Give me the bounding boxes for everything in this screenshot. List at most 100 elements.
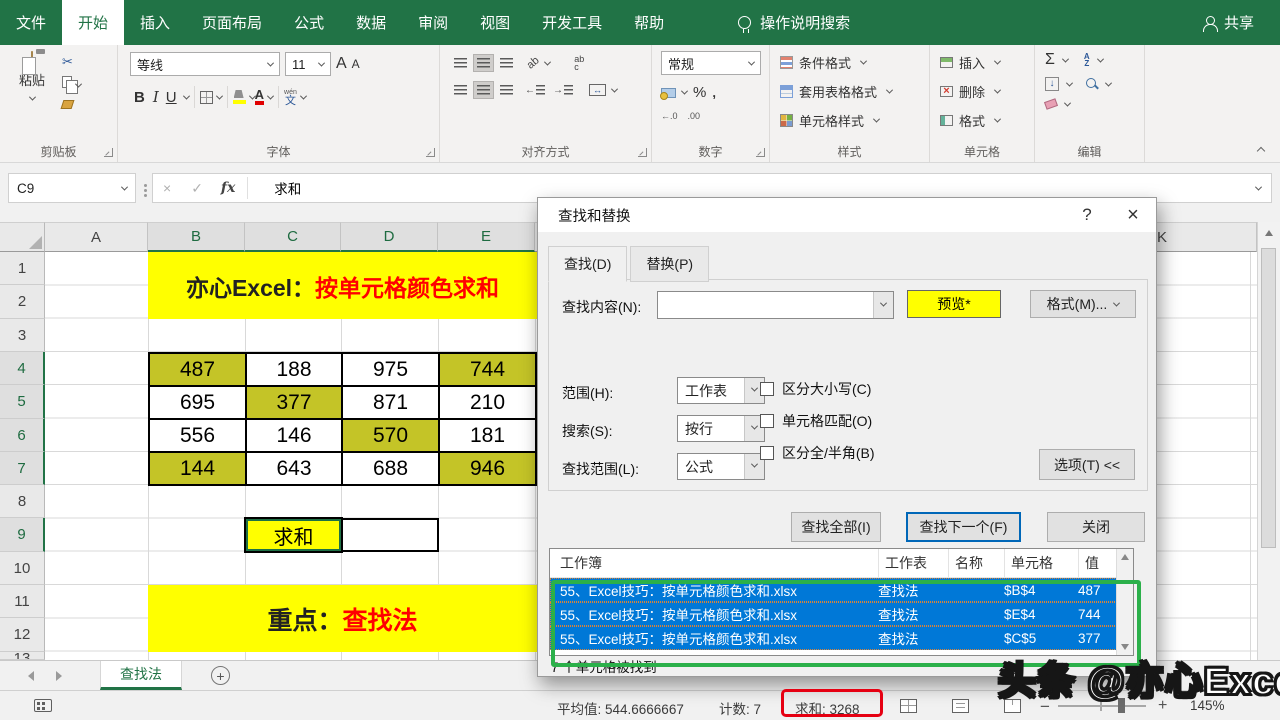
preview-swatch-button[interactable]: 预览* (907, 290, 1001, 318)
row-header-6[interactable]: 6 (0, 419, 45, 452)
dialog-titlebar[interactable]: 查找和替换 ? × (538, 198, 1156, 232)
grid-cell-b5[interactable]: 695 (150, 387, 247, 420)
sort-filter-button[interactable]: AZ (1084, 53, 1090, 68)
sheet-prev-icon[interactable] (28, 671, 34, 681)
grid-cell-c6[interactable]: 146 (247, 420, 343, 453)
comma-style-button[interactable]: , (712, 85, 716, 100)
results-header-workbook[interactable]: 工作簿 (560, 553, 878, 573)
name-box[interactable]: C9 (8, 173, 136, 203)
column-header-c[interactable]: C (245, 222, 341, 252)
active-cell-c9[interactable]: 求和 (244, 517, 343, 553)
phonetic-guide-button[interactable]: wén 文 (284, 89, 297, 107)
match-case-checkbox[interactable]: 区分大小写(C) (760, 379, 871, 399)
paste-button[interactable]: 粘贴 (8, 51, 56, 104)
format-as-table-button[interactable]: 套用表格格式 (780, 82, 929, 101)
cell-styles-button[interactable]: 单元格样式 (780, 111, 929, 130)
number-format-combo[interactable]: 常规 (661, 51, 761, 75)
grid-cell-e4[interactable]: 744 (440, 354, 537, 387)
font-dialog-launcher-icon[interactable] (426, 148, 435, 157)
options-button[interactable]: 选项(T) << (1039, 449, 1135, 480)
row-header-3[interactable]: 3 (0, 319, 45, 352)
row-header-11[interactable]: 11 (0, 585, 45, 618)
decrease-indent-button[interactable]: ← (525, 85, 535, 96)
find-select-button[interactable] (1086, 78, 1098, 90)
insert-cells-button[interactable]: 插入 (940, 53, 1034, 72)
results-header-name[interactable]: 名称 (948, 549, 1004, 577)
align-bottom-button[interactable] (496, 54, 517, 72)
column-header-b[interactable]: B (148, 222, 245, 252)
menu-tab-home[interactable]: 开始 (62, 0, 125, 45)
help-icon[interactable]: ? (1064, 198, 1110, 232)
grow-font-button[interactable]: A (336, 55, 347, 73)
align-left-button[interactable] (450, 81, 471, 99)
cancel-icon[interactable]: × (153, 180, 181, 196)
chevron-down-icon[interactable] (1254, 183, 1263, 191)
underline-button[interactable]: U (163, 89, 180, 106)
zoom-slider-track[interactable] (1058, 705, 1146, 707)
font-size-combo[interactable]: 11 (285, 52, 331, 76)
match-entire-cell-checkbox[interactable]: 单元格匹配(O) (760, 411, 872, 431)
grid-cell-b6[interactable]: 556 (150, 420, 247, 453)
grid-cell-d5[interactable]: 871 (343, 387, 440, 420)
row-header-9[interactable]: 9 (0, 518, 45, 552)
find-what-input[interactable] (657, 291, 894, 319)
menu-tab-insert[interactable]: 插入 (124, 0, 186, 45)
select-all-corner[interactable] (0, 222, 45, 252)
align-right-button[interactable] (496, 81, 517, 99)
menu-tab-file[interactable]: 文件 (0, 0, 62, 45)
grid-cell-d4[interactable]: 975 (343, 354, 440, 387)
grid-cell-c5[interactable]: 377 (247, 387, 343, 420)
shrink-font-button[interactable]: A (352, 57, 360, 71)
vertical-scrollbar[interactable] (1257, 222, 1280, 660)
menu-tab-view[interactable]: 视图 (464, 0, 526, 45)
menu-tab-page-layout[interactable]: 页面布局 (186, 0, 278, 45)
font-name-combo[interactable]: 等线 (130, 52, 280, 76)
normal-view-icon[interactable] (900, 699, 917, 713)
menu-tab-review[interactable]: 审阅 (402, 0, 464, 45)
collapse-ribbon-button[interactable] (1256, 146, 1266, 156)
close-icon[interactable]: × (1110, 198, 1156, 232)
find-next-button[interactable]: 查找下一个(F) (906, 512, 1021, 542)
grid-cell-d6[interactable]: 570 (343, 420, 440, 453)
find-all-button[interactable]: 查找全部(I) (791, 512, 881, 542)
grid-cell-c4[interactable]: 188 (247, 354, 343, 387)
menu-tab-formulas[interactable]: 公式 (278, 0, 340, 45)
align-middle-button[interactable] (473, 54, 494, 72)
copy-button[interactable] (62, 76, 83, 94)
match-byte-checkbox[interactable]: 区分全/半角(B) (760, 443, 875, 463)
grid-cell-c7[interactable]: 643 (247, 453, 343, 486)
within-select[interactable]: 工作表 (677, 377, 765, 404)
column-header-e[interactable]: E (438, 222, 535, 252)
sheet-tab-active[interactable]: 查找法 (100, 661, 182, 690)
conditional-formatting-button[interactable]: 条件格式 (780, 53, 929, 72)
delete-cells-button[interactable]: × 删除 (940, 82, 1034, 101)
increase-indent-button[interactable]: → (553, 85, 563, 96)
close-button[interactable]: 关闭 (1047, 512, 1145, 542)
row-header-5[interactable]: 5 (0, 385, 45, 419)
combo-arrow[interactable] (873, 292, 893, 318)
format-cells-button[interactable]: 格式 (940, 111, 1034, 130)
row-header-10[interactable]: 10 (0, 552, 45, 585)
grid-cell-b7[interactable]: 144 (150, 453, 247, 486)
format-painter-button[interactable] (60, 97, 81, 112)
results-header-sheet[interactable]: 工作表 (878, 549, 948, 577)
scrollbar-thumb[interactable] (1261, 248, 1276, 548)
enter-icon[interactable]: ✓ (181, 180, 213, 197)
wrap-text-button[interactable]: ab c (574, 55, 584, 72)
menu-tab-help[interactable]: 帮助 (618, 0, 680, 45)
grid-cell-b4[interactable]: 487 (150, 354, 247, 387)
bold-button[interactable]: B (130, 89, 149, 106)
row-header-2[interactable]: 2 (0, 285, 45, 319)
align-center-button[interactable] (473, 81, 494, 99)
results-header-cell[interactable]: 单元格 (1004, 549, 1078, 577)
number-dialog-launcher-icon[interactable] (756, 148, 765, 157)
tell-me-search[interactable]: 操作说明搜索 (738, 0, 850, 45)
cut-button[interactable]: ✂ (62, 54, 81, 70)
look-in-select[interactable]: 公式 (677, 453, 765, 480)
fill-button[interactable]: ↓ (1045, 77, 1059, 91)
align-top-button[interactable] (450, 54, 471, 72)
insert-function-icon[interactable]: fx (213, 180, 243, 196)
column-header-d[interactable]: D (341, 222, 438, 252)
scroll-up-icon[interactable] (1121, 554, 1129, 560)
orientation-button[interactable]: ab (525, 54, 542, 71)
